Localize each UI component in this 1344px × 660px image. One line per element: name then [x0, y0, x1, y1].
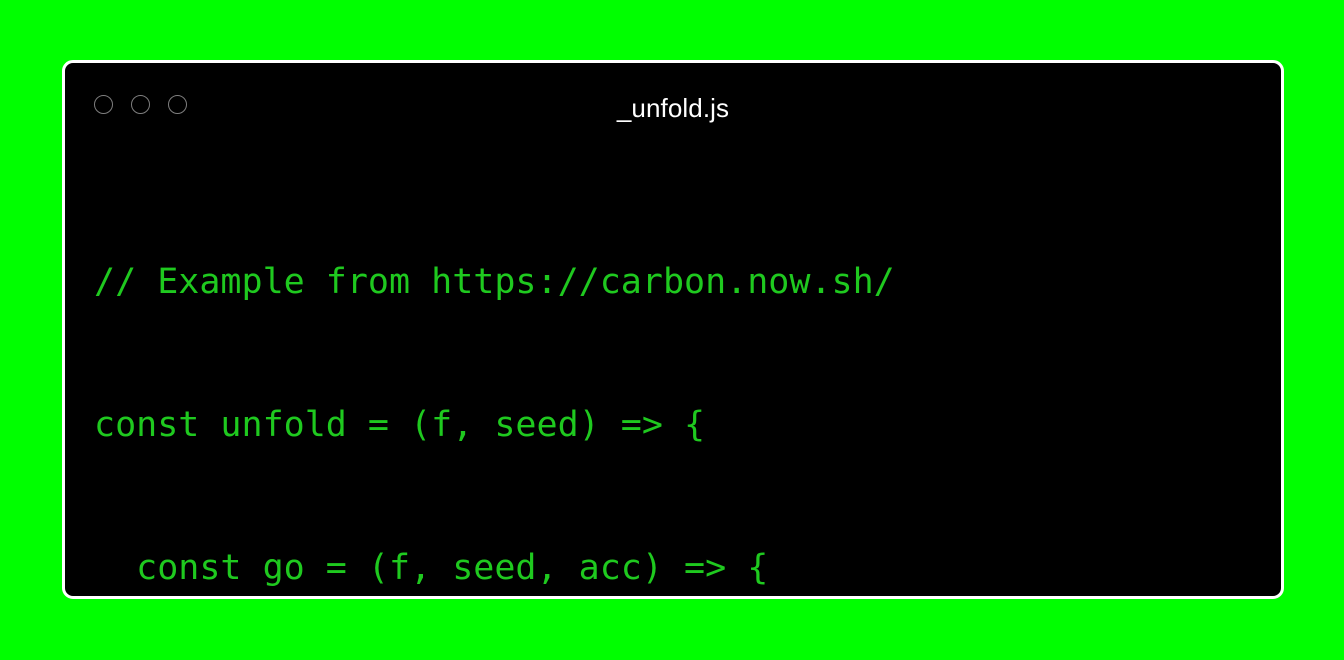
- carbon-snippet-canvas: _unfold.js // Example from https://carbo…: [0, 0, 1344, 660]
- code-line: // Example from https://carbon.now.sh/: [94, 261, 895, 302]
- code-line: const unfold = (f, seed) => {: [94, 404, 706, 445]
- window-title: _unfold.js: [616, 93, 730, 123]
- code-block[interactable]: // Example from https://carbon.now.sh/ c…: [94, 163, 1277, 596]
- code-line: const go = (f, seed, acc) => {: [94, 548, 769, 589]
- window-titlebar: _unfold.js: [65, 63, 1281, 155]
- code-window: _unfold.js // Example from https://carbo…: [62, 60, 1284, 599]
